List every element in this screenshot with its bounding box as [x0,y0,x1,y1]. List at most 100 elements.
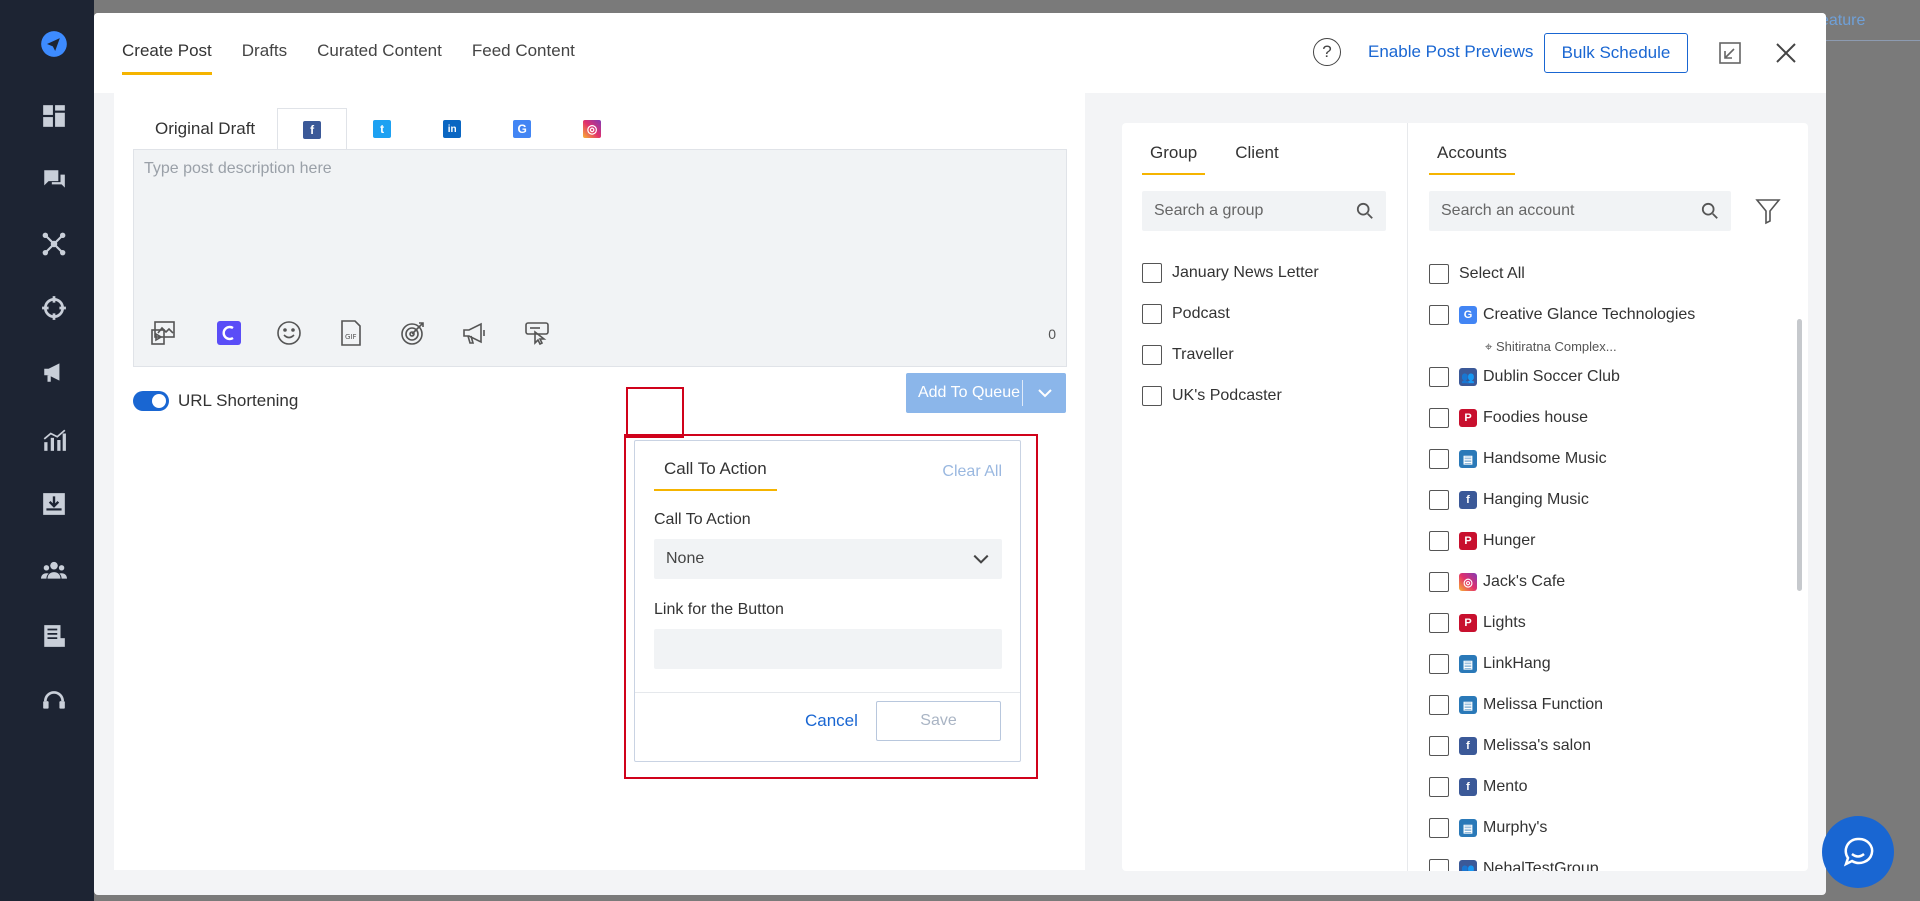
engagement-icon[interactable] [40,166,68,194]
account-name: Melissa Function [1483,696,1604,713]
cancel-button[interactable]: Cancel [805,711,858,731]
save-button[interactable]: Save [876,701,1001,741]
tab-twitter[interactable]: t [347,108,417,150]
app-sidebar [0,0,94,901]
checkbox[interactable] [1429,367,1449,387]
checkbox[interactable] [1142,386,1162,406]
group-search-input[interactable]: Search a group [1142,191,1386,231]
checkbox[interactable] [1429,531,1449,551]
tab-accounts[interactable]: Accounts [1429,143,1515,175]
tab-create-post[interactable]: Create Post [122,41,212,75]
checkbox[interactable] [1429,695,1449,715]
checkbox[interactable] [1142,263,1162,283]
checkbox[interactable] [1429,408,1449,428]
group-item[interactable]: Podcast [1142,304,1230,324]
cta-tab[interactable]: Call To Action [654,459,777,491]
svg-text:GIF: GIF [345,333,357,341]
tab-linkedin[interactable]: in [417,108,487,150]
checkbox[interactable] [1429,613,1449,633]
target-icon[interactable] [40,294,68,322]
facebook-icon: f [1459,778,1477,796]
url-shortening-toggle[interactable] [133,391,169,411]
canva-icon[interactable] [214,318,244,348]
checkbox[interactable] [1429,736,1449,756]
analytics-icon[interactable] [40,426,68,454]
tab-client[interactable]: Client [1235,143,1286,175]
account-item[interactable]: P Hunger [1429,531,1535,551]
checkbox[interactable] [1429,572,1449,592]
tab-facebook[interactable]: f [277,108,348,151]
support-headset-icon[interactable] [40,686,68,714]
checkbox[interactable] [1429,490,1449,510]
account-item[interactable]: ▤ LinkHang [1429,654,1551,674]
reports-icon[interactable] [40,622,68,650]
gif-icon[interactable]: GIF [336,318,366,348]
clear-all-link[interactable]: Clear All [942,463,1002,481]
help-icon[interactable]: ? [1313,38,1341,66]
tab-drafts[interactable]: Drafts [242,41,287,75]
account-item[interactable]: P Foodies house [1429,408,1588,428]
checkbox[interactable] [1429,859,1449,871]
facebook-group-icon: 👥 [1459,860,1477,871]
account-item[interactable]: 👥 NehalTestGroup [1429,859,1599,871]
checkbox[interactable] [1429,818,1449,838]
checkbox[interactable] [1429,777,1449,797]
bulk-schedule-button[interactable]: Bulk Schedule [1544,33,1688,73]
checkbox[interactable] [1429,264,1449,284]
inbox-download-icon[interactable] [40,490,68,518]
cta-type-select[interactable]: None [654,539,1002,579]
tab-group[interactable]: Group [1142,143,1206,175]
account-item[interactable]: ▤ Melissa Function [1429,695,1603,715]
account-item[interactable]: G Creative Glance Technologies [1429,305,1695,325]
checkbox[interactable] [1429,449,1449,469]
add-to-queue-button[interactable]: Add To Queue [906,373,1066,413]
account-item[interactable]: ▤ Handsome Music [1429,449,1607,469]
background-feature-link: eature [1820,12,1866,29]
checkbox[interactable] [1142,345,1162,365]
boost-megaphone-icon[interactable] [460,318,490,348]
dashboard-icon[interactable] [40,102,68,130]
cta-link-input[interactable] [654,629,1002,669]
post-description-input[interactable] [144,160,1044,300]
targeting-icon[interactable] [398,318,428,348]
close-icon[interactable] [1774,41,1798,65]
minimize-icon[interactable] [1718,41,1742,65]
location-pin-icon: ⌖ [1485,339,1496,354]
tab-google-business[interactable]: G [487,108,557,150]
group-item[interactable]: UK's Podcaster [1142,386,1282,406]
checkbox[interactable] [1142,304,1162,324]
call-to-action-icon[interactable] [522,318,552,348]
select-all[interactable]: Select All [1429,264,1525,284]
account-name: Hanging Music [1483,491,1589,508]
account-item[interactable]: ◎ Jack's Cafe [1429,572,1565,592]
group-item[interactable]: January News Letter [1142,263,1319,283]
megaphone-icon[interactable] [40,358,68,386]
account-item[interactable]: f Melissa's salon [1429,736,1591,756]
account-name: Foodies house [1483,409,1588,426]
account-item[interactable]: f Mento [1429,777,1527,797]
account-item[interactable]: 👥 Dublin Soccer Club [1429,367,1620,387]
account-item[interactable]: P Lights [1429,613,1526,633]
accounts-scrollbar[interactable] [1797,319,1802,591]
call-to-action-popover: Call To Action Clear All Call To Action … [634,440,1021,762]
app-logo-icon[interactable] [40,30,68,58]
tab-instagram[interactable]: ◎ [557,108,627,150]
checkbox[interactable] [1429,654,1449,674]
chevron-down-icon[interactable] [1023,385,1066,401]
account-item[interactable]: f Hanging Music [1429,490,1589,510]
chat-support-button[interactable] [1822,816,1894,888]
account-search-input[interactable]: Search an account [1429,191,1731,231]
filter-icon[interactable] [1755,197,1783,225]
enable-post-previews-link[interactable]: Enable Post Previews [1368,42,1533,62]
network-icon[interactable] [40,230,68,258]
tab-curated-content[interactable]: Curated Content [317,41,442,75]
group-item-label: January News Letter [1172,264,1319,281]
group-item[interactable]: Traveller [1142,345,1234,365]
tab-feed-content[interactable]: Feed Content [472,41,575,75]
tab-original-draft[interactable]: Original Draft [133,108,278,150]
media-upload-icon[interactable] [148,318,178,348]
team-icon[interactable] [40,556,68,584]
checkbox[interactable] [1429,305,1449,325]
emoji-icon[interactable] [274,318,304,348]
account-item[interactable]: ▤ Murphy's [1429,818,1547,838]
